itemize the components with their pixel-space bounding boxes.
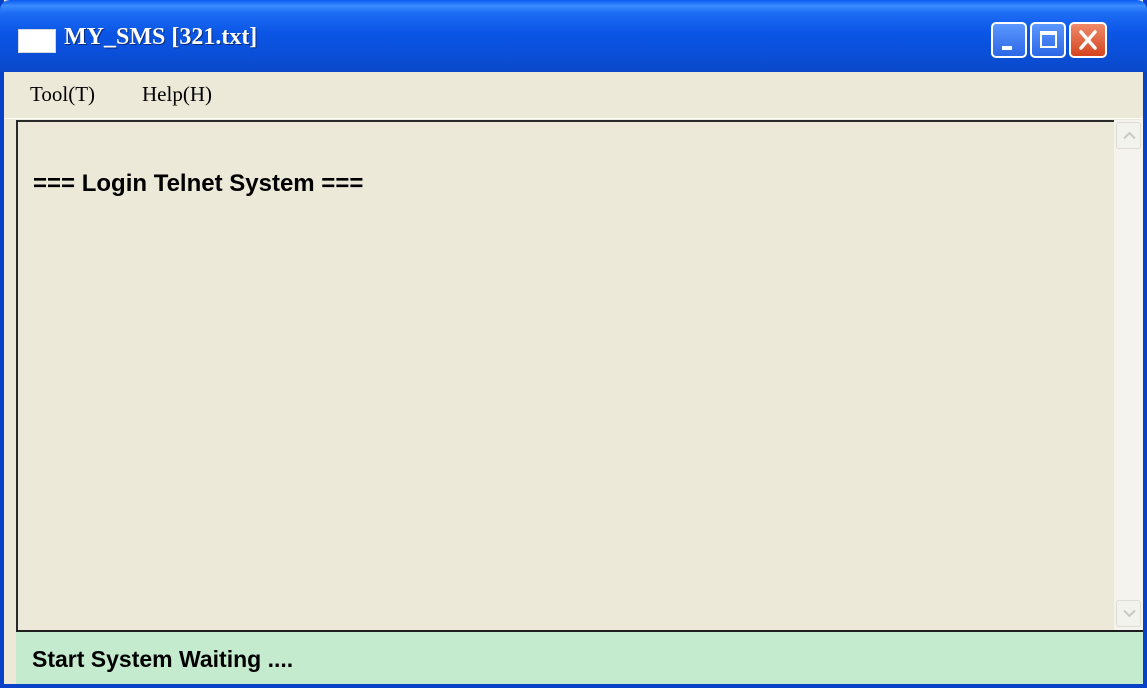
chevron-up-icon <box>1123 131 1136 140</box>
status-bar: Start System Waiting .... <box>16 630 1143 684</box>
title-bar[interactable]: MY_SMS [321.txt] <box>0 0 1147 72</box>
menu-item-tool[interactable]: Tool(T) <box>30 82 95 107</box>
app-icon[interactable] <box>18 29 56 53</box>
menu-item-help[interactable]: Help(H) <box>142 82 212 107</box>
scroll-down-button[interactable] <box>1116 600 1141 627</box>
window-title: MY_SMS [321.txt] <box>64 24 258 50</box>
status-text: Start System Waiting .... <box>32 646 294 672</box>
close-button[interactable] <box>1069 22 1107 58</box>
scroll-up-button[interactable] <box>1116 122 1141 149</box>
menu-bar: Tool(T) Help(H) <box>4 72 1143 119</box>
output-text-area[interactable]: === Login Telnet System === <box>16 120 1114 630</box>
maximize-icon <box>1040 31 1057 48</box>
minimize-icon <box>1002 46 1012 50</box>
minimize-button[interactable] <box>991 22 1027 58</box>
app-window: MY_SMS [321.txt] Tool(T) Help(H) === Log… <box>0 0 1147 688</box>
close-icon <box>1079 30 1097 50</box>
vertical-scrollbar[interactable] <box>1114 120 1143 630</box>
maximize-button[interactable] <box>1030 22 1066 58</box>
output-text: === Login Telnet System === <box>33 170 364 197</box>
chevron-down-icon <box>1123 609 1136 618</box>
